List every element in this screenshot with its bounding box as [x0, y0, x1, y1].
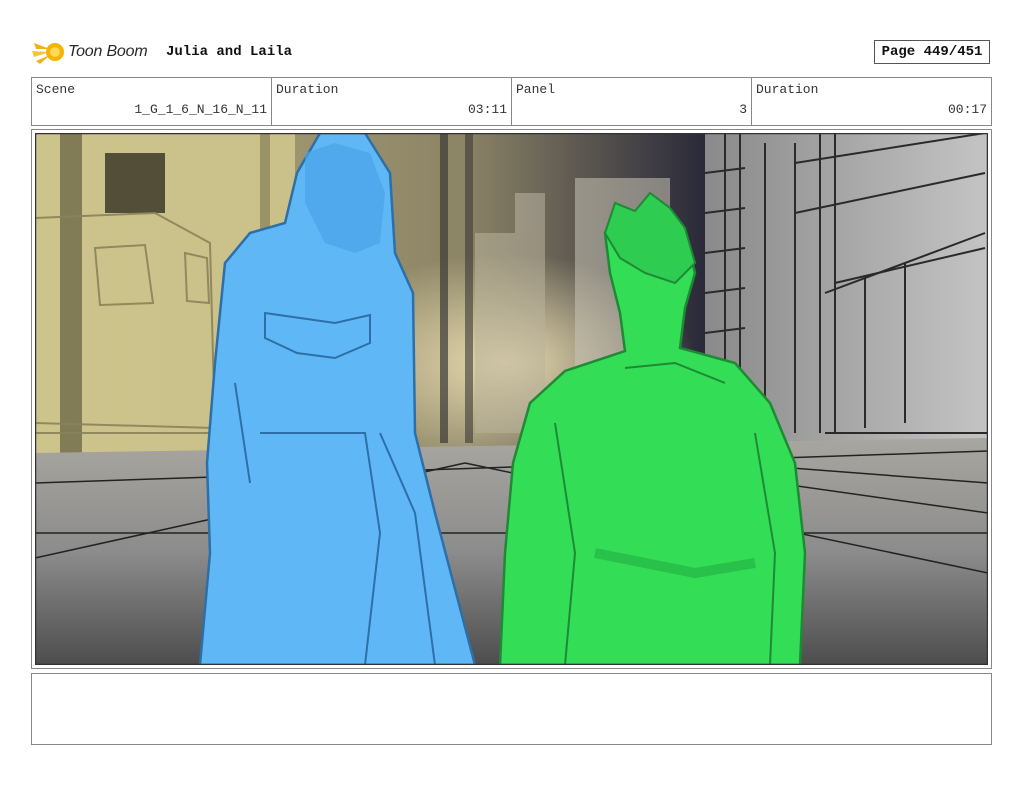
toon-boom-logo: Toon Boom [32, 36, 148, 68]
panel-cell: Panel 3 [512, 78, 752, 125]
comet-icon [32, 43, 64, 64]
notes-box [31, 673, 992, 745]
scene-cell: Scene 1_G_1_6_N_16_N_11 [32, 78, 272, 125]
panel-duration-value: 00:17 [947, 102, 987, 117]
document-title: Julia and Laila [166, 44, 293, 60]
scene-value: 1_G_1_6_N_16_N_11 [134, 102, 267, 117]
storyboard-sketch [35, 133, 988, 665]
duration-label: Duration [276, 82, 339, 97]
duration-cell: Duration 03:11 [272, 78, 512, 125]
duration-value: 03:11 [467, 102, 507, 117]
panel-duration-label: Duration [756, 82, 819, 97]
panel-label: Panel [516, 82, 556, 97]
info-row: Scene 1_G_1_6_N_16_N_11 Duration 03:11 P… [31, 77, 992, 126]
storyboard-panel [31, 129, 992, 669]
panel-duration-cell: Duration 00:17 [752, 78, 991, 125]
page-number: Page 449/451 [874, 40, 990, 64]
panel-value: 3 [739, 102, 747, 117]
logo-text: Toon Boom [68, 43, 148, 60]
scene-label: Scene [36, 82, 76, 97]
